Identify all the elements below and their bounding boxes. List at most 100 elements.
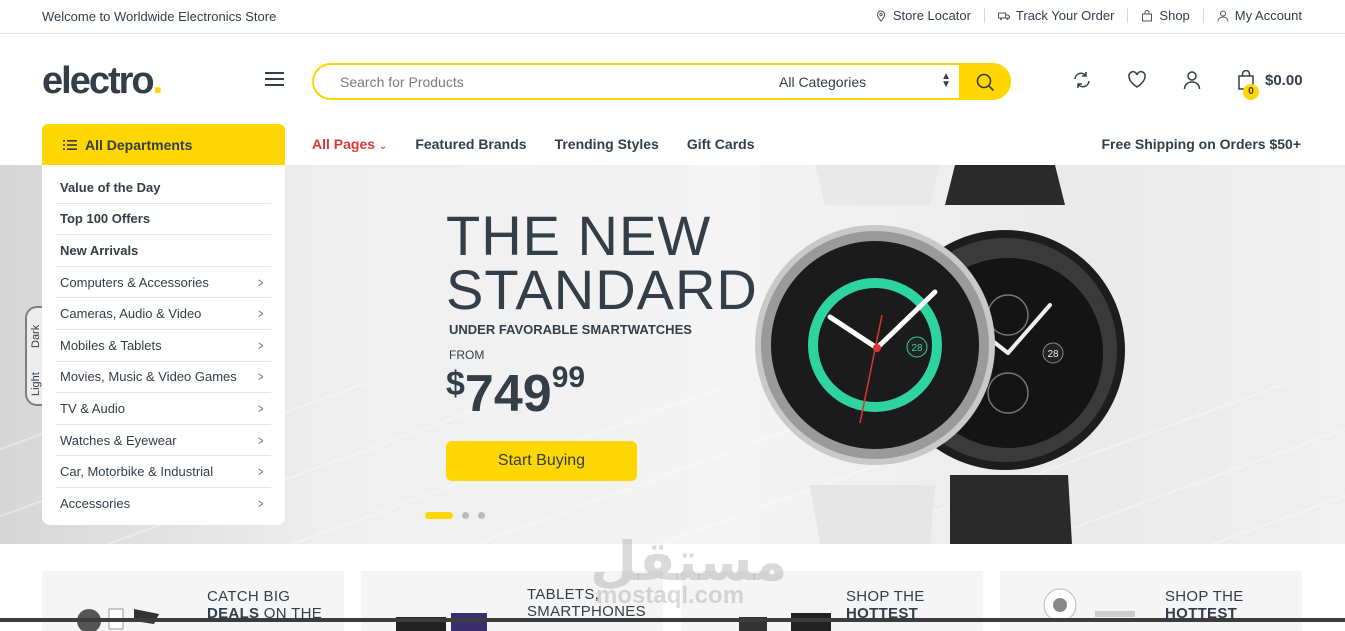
top-links: Store Locator Track Your Order Shop My A… xyxy=(862,8,1302,23)
department-item-label: Value of the Day xyxy=(60,179,161,195)
department-item[interactable]: Movies, Music & Video Games > xyxy=(56,362,271,394)
department-item[interactable]: Watches & Eyewear > xyxy=(56,425,271,457)
departments-menu: Value of the Day Top 100 Offers New Arriva… xyxy=(42,165,285,525)
department-item-label: Computers & Accessories xyxy=(60,274,209,290)
hero-from-label: FROM xyxy=(449,348,485,362)
wishlist-heart-icon[interactable] xyxy=(1127,70,1147,90)
start-buying-button[interactable]: Start Buying xyxy=(446,441,637,481)
logo-dot: . xyxy=(152,60,163,102)
promo-4-line1: SHOP THE xyxy=(1165,588,1244,605)
promo-1-image xyxy=(77,608,159,631)
shopping-bag-icon xyxy=(1142,9,1153,21)
truck-icon xyxy=(997,12,1010,20)
department-item[interactable]: Cameras, Audio & Video > xyxy=(56,298,271,330)
department-item-label: Top 100 Offers xyxy=(60,211,151,227)
price-main: 749 xyxy=(464,365,552,423)
department-item[interactable]: Top 100 Offers xyxy=(56,204,271,236)
department-item[interactable]: Accessories > xyxy=(56,488,271,520)
price-currency: $ xyxy=(446,365,465,403)
nav-featured-brands[interactable]: Featured Brands xyxy=(415,136,526,152)
department-item-label: Accessories xyxy=(60,496,131,512)
department-item-label: Car, Motorbike & Industrial xyxy=(60,464,214,480)
hero-title-line2: STANDARD xyxy=(446,258,758,321)
bottom-divider xyxy=(0,618,1345,622)
top-bar: Welcome to Worldwide Electronics Store S… xyxy=(0,0,1345,34)
store-locator-label: Store Locator xyxy=(892,8,971,23)
welcome-text: Welcome to Worldwide Electronics Store xyxy=(42,9,277,24)
cart-total: $0.00 xyxy=(1265,71,1303,89)
search-input[interactable] xyxy=(340,74,760,90)
search-icon xyxy=(976,73,994,91)
department-item-label: Movies, Music & Video Games xyxy=(60,369,237,385)
slider-dot-1[interactable] xyxy=(425,512,453,519)
hero-title: THE NEW STANDARD xyxy=(446,204,758,321)
list-icon xyxy=(63,139,77,150)
promo-3-line1: SHOP THE xyxy=(846,588,925,605)
department-item[interactable]: Mobiles & Tablets > xyxy=(56,330,271,362)
department-item[interactable]: TV & Audio > xyxy=(56,393,271,425)
price-cents: 99 xyxy=(551,361,586,394)
department-item-label: Mobiles & Tablets xyxy=(60,337,162,353)
promo-1-line1: CATCH BIG xyxy=(207,588,291,605)
department-item-label: TV & Audio xyxy=(60,400,126,416)
track-order-label: Track Your Order xyxy=(1015,8,1115,23)
all-departments-label: All Departments xyxy=(85,136,193,153)
department-item[interactable]: Computers & Accessories > xyxy=(56,267,271,299)
smartwatches-image: 28 28 xyxy=(755,165,1125,544)
slider-dot-2[interactable] xyxy=(462,512,469,519)
user-icon xyxy=(1217,10,1229,22)
white-watch-date: 28 xyxy=(911,343,923,354)
shop-link[interactable]: Shop xyxy=(1127,8,1202,23)
shop-label: Shop xyxy=(1159,8,1190,23)
chevron-down-icon: ⌄ xyxy=(378,141,388,152)
theme-dark-label: Dark xyxy=(30,324,42,348)
my-account-label: My Account xyxy=(1234,8,1302,23)
nav-all-pages[interactable]: All Pages ⌄ xyxy=(312,136,387,152)
account-user-icon[interactable] xyxy=(1182,70,1202,90)
promo-4-image xyxy=(1043,588,1135,622)
promo-card-1[interactable]: CATCH BIG DEALS ON THE xyxy=(42,571,344,631)
map-pin-icon xyxy=(876,9,885,22)
all-departments-button[interactable]: All Departments xyxy=(42,124,285,165)
chevron-right-icon: > xyxy=(258,274,264,290)
track-order-link[interactable]: Track Your Order xyxy=(983,8,1128,23)
cart-button[interactable]: 0 $0.00 xyxy=(1237,70,1303,100)
select-arrows-icon: ▲ ▼ xyxy=(941,71,951,90)
search-bar: All Categories ▲▼ xyxy=(312,63,1011,100)
hero-title-line1: THE NEW xyxy=(446,204,712,267)
category-select-value: All Categories xyxy=(779,74,867,90)
department-item-label: New Arrivals xyxy=(60,242,139,258)
free-shipping-notice: Free Shipping on Orders $50+ xyxy=(1101,136,1301,152)
watermark-latin: mostaql.com xyxy=(596,582,745,609)
department-item[interactable]: Value of the Day xyxy=(56,172,271,204)
nav-gift-cards[interactable]: Gift Cards xyxy=(687,136,755,152)
chevron-right-icon: > xyxy=(258,400,264,416)
hero-subtitle: UNDER FAVORABLE SMARTWATCHES xyxy=(449,322,692,337)
category-select[interactable]: All Categories ▲ ▼ xyxy=(779,71,951,91)
chevron-right-icon: > xyxy=(258,432,264,448)
department-item[interactable]: New Arrivals xyxy=(56,235,271,267)
chevron-right-icon: > xyxy=(258,464,264,480)
hamburger-menu-icon[interactable] xyxy=(265,72,284,89)
slider-dots xyxy=(425,512,485,519)
logo[interactable]: electro. xyxy=(42,60,163,103)
compare-icon[interactable] xyxy=(1072,70,1092,90)
chevron-right-icon: > xyxy=(258,337,264,353)
hero-price: $ 749 99 xyxy=(446,361,586,423)
search-button[interactable] xyxy=(959,63,1011,100)
slider-dot-3[interactable] xyxy=(478,512,485,519)
chevron-right-icon: > xyxy=(258,306,264,322)
nav-trending-styles[interactable]: Trending Styles xyxy=(555,136,659,152)
department-item-label: Watches & Eyewear xyxy=(60,432,177,448)
main-nav: All Pages ⌄ Featured Brands Trending Sty… xyxy=(312,136,755,152)
promo-2-line1: TABLETS, xyxy=(527,586,600,603)
my-account-link[interactable]: My Account xyxy=(1202,8,1302,23)
chevron-right-icon: > xyxy=(258,496,264,512)
theme-light-label: Light xyxy=(30,372,42,396)
department-item[interactable]: Car, Motorbike & Industrial > xyxy=(56,456,271,488)
nav-all-pages-label: All Pages xyxy=(312,136,376,152)
cart-count-badge: 0 xyxy=(1243,84,1259,100)
black-watch-date: 28 xyxy=(1047,349,1059,360)
store-locator-link[interactable]: Store Locator xyxy=(862,8,984,23)
promo-card-4[interactable]: SHOP THE HOTTEST xyxy=(1000,571,1302,631)
